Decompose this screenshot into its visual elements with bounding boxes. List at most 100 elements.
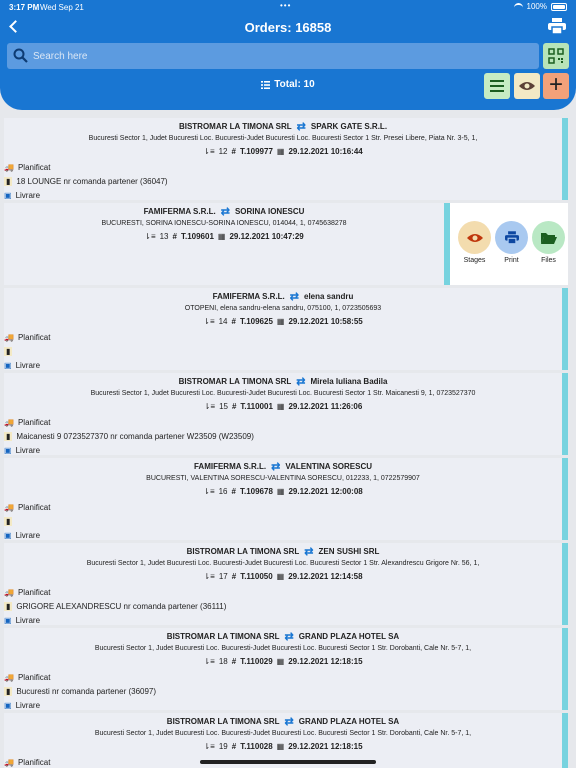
- order-to: GRAND PLAZA HOTEL SA: [298, 632, 400, 641]
- stages-circle: [458, 221, 491, 254]
- order-number: T.109625: [239, 317, 273, 326]
- list-icon: [261, 80, 271, 89]
- order-status: Planificat: [17, 587, 51, 597]
- order-parties: BISTROMAR LA TIMONA SRL ⇄ SPARK GATE S.R…: [4, 120, 562, 133]
- truck-icon: 🚚: [4, 672, 14, 682]
- swap-icon: ⇄: [296, 121, 306, 133]
- order-details: 🚚 Planificat ▮ ▣ Livrare: [4, 500, 50, 542]
- order-datetime: 29.12.2021 12:00:08: [288, 487, 363, 496]
- delivery-icon: ▣: [4, 360, 12, 370]
- order-datetime: 29.12.2021 11:26:06: [288, 402, 363, 411]
- sort-icon: ⇂≡: [203, 572, 215, 581]
- order-from: FAMIFERMA S.R.L.: [193, 462, 267, 471]
- order-to: elena sandru: [304, 292, 354, 301]
- view-button[interactable]: [514, 73, 540, 99]
- status-row: 🚚 Planificat: [4, 330, 50, 344]
- order-from: BISTROMAR LA TIMONA SRL: [166, 632, 280, 641]
- document-icon: ▮: [4, 176, 13, 186]
- document-icon: ▮: [4, 686, 13, 696]
- printer-icon: [548, 18, 566, 35]
- sort-icon: ⇂≡: [203, 147, 215, 156]
- order-count: 15: [219, 402, 228, 411]
- order-row[interactable]: BISTROMAR LA TIMONA SRL ⇄ Mirela Iuliana…: [4, 373, 568, 455]
- swap-icon: ⇄: [284, 631, 294, 643]
- swap-icon: ⇄: [304, 546, 314, 558]
- print-action[interactable]: Print: [495, 221, 528, 264]
- order-count: 18: [218, 657, 228, 666]
- home-indicator[interactable]: [200, 760, 376, 764]
- order-note: Maicanesti 9 0723527370 nr comanda parte…: [16, 431, 254, 441]
- hash-icon: #: [172, 232, 177, 241]
- order-row[interactable]: FAMIFERMA S.R.L. ⇄ elena sandru OTOPENI,…: [4, 288, 568, 370]
- hash-icon: #: [231, 317, 236, 326]
- order-delivery: Livrare: [15, 445, 41, 455]
- order-count: 13: [159, 232, 169, 241]
- order-delivery: Livrare: [15, 530, 41, 540]
- delivery-row: ▣ Livrare: [4, 188, 168, 202]
- note-row: ▮: [4, 344, 50, 358]
- swap-icon: ⇄: [284, 716, 294, 728]
- order-meta: ⇂≡ 18 # T.110029 ▦ 29.12.2021 12:18:15: [4, 657, 562, 666]
- search-input[interactable]: [33, 47, 533, 65]
- eye-icon: [519, 82, 535, 90]
- calendar-icon: ▦: [276, 742, 285, 751]
- order-number: T.109601: [180, 232, 214, 241]
- order-meta: ⇂≡ 12 # T.109977 ▦ 29.12.2021 10:16:44: [4, 147, 562, 156]
- order-from: BISTROMAR LA TIMONA SRL: [166, 717, 280, 726]
- order-parties: FAMIFERMA S.R.L. ⇄ SORINA IONESCU: [4, 205, 444, 218]
- order-meta: ⇂≡ 15 # T.110001 ▦ 29.12.2021 11:26:06: [4, 402, 562, 411]
- order-parties: BISTROMAR LA TIMONA SRL ⇄ Mirela Iuliana…: [4, 375, 562, 388]
- document-icon: ▮: [4, 431, 13, 441]
- order-datetime: 29.12.2021 10:58:55: [288, 317, 363, 326]
- document-icon: ▮: [4, 346, 13, 356]
- order-row[interactable]: BISTROMAR LA TIMONA SRL ⇄ SPARK GATE S.R…: [4, 118, 568, 200]
- delivery-icon: ▣: [4, 530, 12, 540]
- delivery-icon: ▣: [4, 190, 12, 200]
- sort-icon: ⇂≡: [203, 487, 215, 496]
- swipe-actions: Stages Print Files: [458, 221, 565, 264]
- order-meta: ⇂≡ 19 # T.110028 ▦ 29.12.2021 12:18:15: [4, 742, 562, 751]
- sort-icon: ⇂≡: [144, 232, 156, 241]
- order-details: 🚚 Planificat ▮ Maicanesti 9 0723527370 nr …: [4, 415, 254, 457]
- search-bar: [7, 43, 539, 69]
- order-parties: BISTROMAR LA TIMONA SRL ⇄ ZEN SUSHI SRL: [4, 545, 562, 558]
- delivery-row: ▣ Livrare: [4, 528, 50, 542]
- files-label: Files: [541, 257, 556, 264]
- total-label: Total: 10: [274, 79, 315, 90]
- order-status: Planificat: [17, 417, 51, 427]
- order-status: Planificat: [17, 502, 51, 512]
- add-button[interactable]: +: [543, 73, 569, 99]
- files-action[interactable]: Files: [532, 221, 565, 264]
- order-row[interactable]: BISTROMAR LA TIMONA SRL ⇄ ZEN SUSHI SRL …: [4, 543, 568, 625]
- order-count: 12: [218, 147, 228, 156]
- order-to: Mirela Iuliana Badila: [310, 377, 388, 386]
- print-button[interactable]: [548, 18, 566, 35]
- status-row: 🚚 Planificat: [4, 500, 50, 514]
- qr-scan-button[interactable]: [543, 43, 569, 69]
- order-from: FAMIFERMA S.R.L.: [143, 207, 216, 216]
- order-note: 18 LOUNGE nr comanda partener (36047): [16, 176, 168, 186]
- order-row-swiped[interactable]: FAMIFERMA S.R.L. ⇄ SORINA IONESCU BUCURE…: [4, 203, 568, 285]
- order-content: FAMIFERMA S.R.L. ⇄ SORINA IONESCU BUCURE…: [4, 203, 450, 285]
- note-row: ▮ GRIGORE ALEXANDRESCU nr comanda partene…: [4, 599, 226, 613]
- swap-icon: ⇄: [220, 206, 230, 218]
- hash-icon: #: [231, 147, 236, 156]
- order-delivery: Livrare: [15, 190, 41, 200]
- folder-open-icon: [540, 232, 557, 244]
- delivery-row: ▣ Livrare: [4, 613, 226, 627]
- order-to: SPARK GATE S.R.L.: [310, 122, 388, 131]
- order-from: BISTROMAR LA TIMONA SRL: [178, 377, 292, 386]
- list-view-button[interactable]: [484, 73, 510, 99]
- stages-action[interactable]: Stages: [458, 221, 491, 264]
- battery-percent: 100%: [526, 2, 547, 11]
- order-delivery: Livrare: [15, 360, 41, 370]
- swap-icon: ⇄: [271, 461, 281, 473]
- order-row[interactable]: FAMIFERMA S.R.L. ⇄ VALENTINA SORESCU BUC…: [4, 458, 568, 540]
- order-row[interactable]: BISTROMAR LA TIMONA SRL ⇄ GRAND PLAZA HO…: [4, 628, 568, 710]
- wifi-icon: [513, 3, 523, 10]
- qr-code-icon: [548, 48, 564, 64]
- order-count: 17: [218, 572, 228, 581]
- order-datetime: 29.12.2021 10:47:29: [229, 232, 304, 241]
- document-icon: ▮: [4, 601, 13, 611]
- status-right: 100%: [513, 2, 567, 11]
